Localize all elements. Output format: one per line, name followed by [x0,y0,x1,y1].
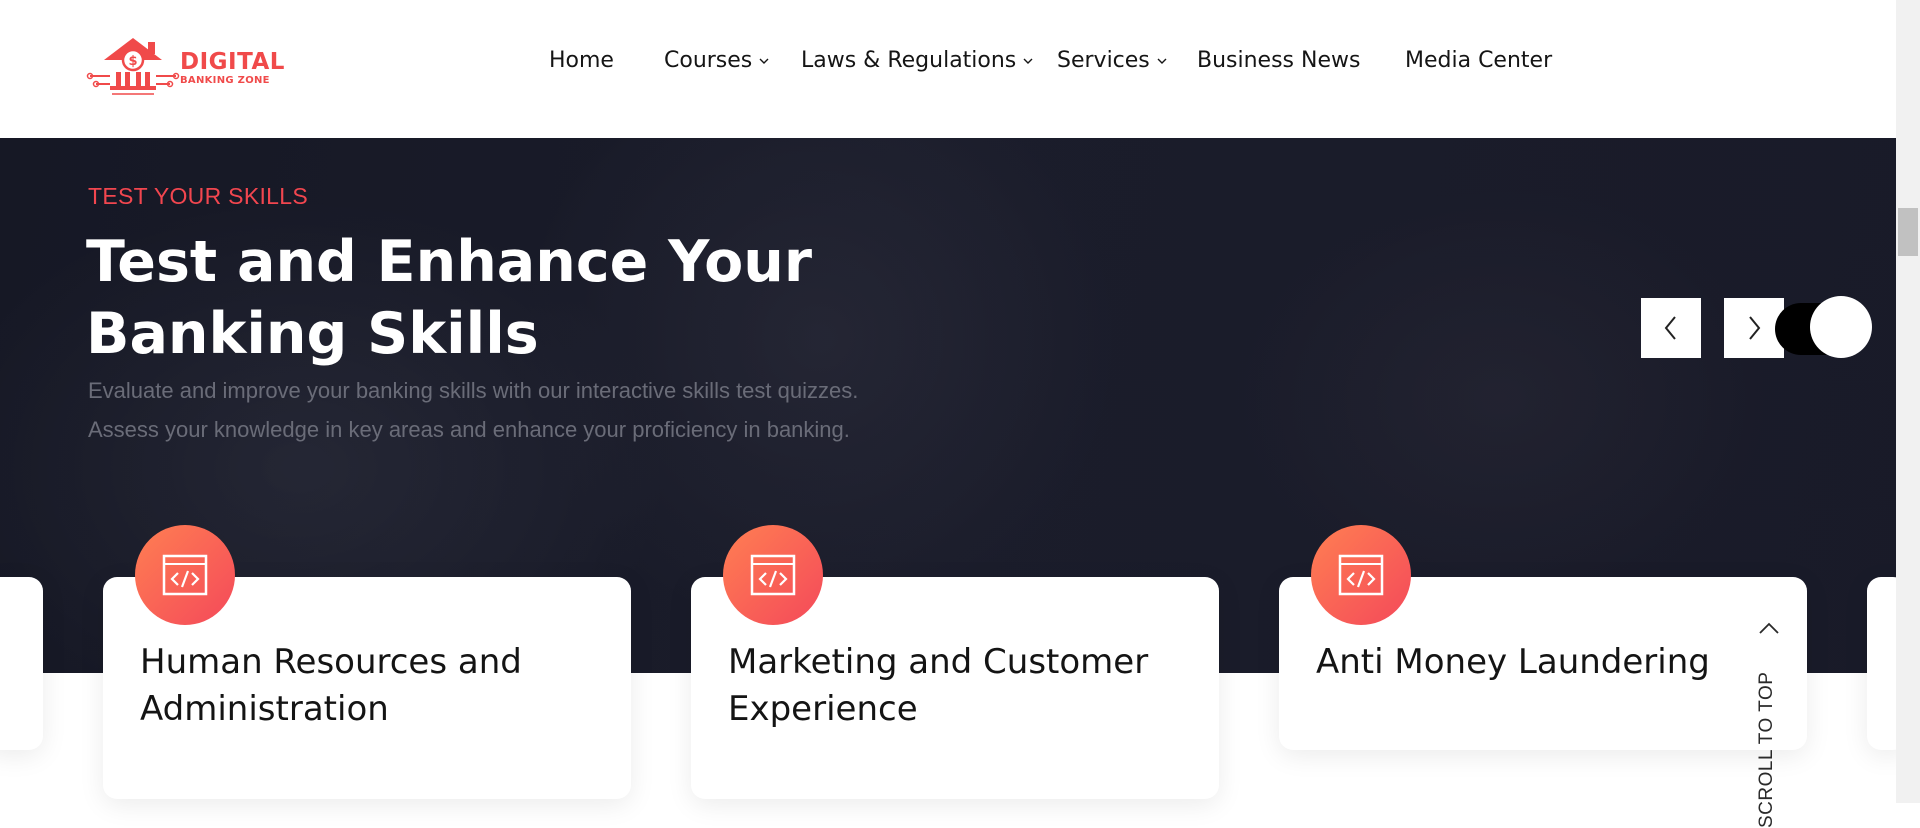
slider-prev-button[interactable] [1641,298,1701,358]
hero-title-line-2: Banking Skills [86,301,539,367]
course-card-title: Anti Money Laundering [1316,642,1710,682]
course-card-partial-left[interactable] [0,577,43,750]
site-logo[interactable]: $ DIGITAL BANKING ZONE [86,36,286,96]
nav-item-courses[interactable]: Courses [664,48,770,73]
scroll-to-top-button[interactable]: SCROLL TO TOP [1752,620,1786,828]
nav-item-services[interactable]: Services [1057,48,1168,73]
site-header: $ DIGITAL BANKING ZONE Home Courses Laws… [0,0,1896,138]
chevron-right-icon [1749,316,1761,340]
nav-item-label: Media Center [1405,48,1553,73]
hero-description-line-2: Assess your knowledge in key areas and e… [88,417,850,442]
nav-item-business-news[interactable]: Business News [1197,48,1360,73]
page-scrollbar-thumb[interactable] [1898,208,1918,256]
chevron-down-icon [759,58,769,64]
course-card-title: Marketing and Customer Experience [728,642,1149,729]
nav-item-media-center[interactable]: Media Center [1405,48,1552,73]
hero-description: Evaluate and improve your banking skills… [88,371,988,449]
nav-item-label: Laws & Regulations [801,48,1017,73]
hero-description-line-1: Evaluate and improve your banking skills… [88,378,859,403]
page-scrollbar[interactable] [1896,0,1920,803]
course-card-title: Human Resources and Administration [140,642,522,729]
nav-item-home[interactable]: Home [549,48,614,73]
nav-item-label: Business News [1197,48,1361,73]
hero-title: Test and Enhance Your Banking Skills [86,226,906,370]
nav-item-label: Home [549,48,614,73]
chevron-left-icon [1664,316,1676,340]
chevron-down-icon [1157,58,1167,64]
nav-item-label: Services [1057,48,1150,73]
nav-item-laws-regulations[interactable]: Laws & Regulations [801,48,1034,73]
logo-wordmark: DIGITAL BANKING ZONE [180,50,285,86]
hero-kicker: TEST YOUR SKILLS [88,183,308,209]
chevron-up-icon [1759,622,1779,634]
code-window-icon [1311,525,1411,625]
svg-text:$: $ [128,54,137,69]
logo-line-2: BANKING ZONE [180,75,270,86]
bank-dollar-circuit-icon: $ [86,38,180,95]
chevron-down-icon [1023,58,1033,64]
code-window-icon [135,525,235,625]
hero-title-line-1: Test and Enhance Your [86,229,812,295]
nav-item-label: Courses [664,48,753,73]
code-window-icon [723,525,823,625]
theme-toggle[interactable] [1775,296,1872,358]
toggle-knob [1810,296,1872,358]
logo-line-1: DIGITAL [180,49,285,75]
